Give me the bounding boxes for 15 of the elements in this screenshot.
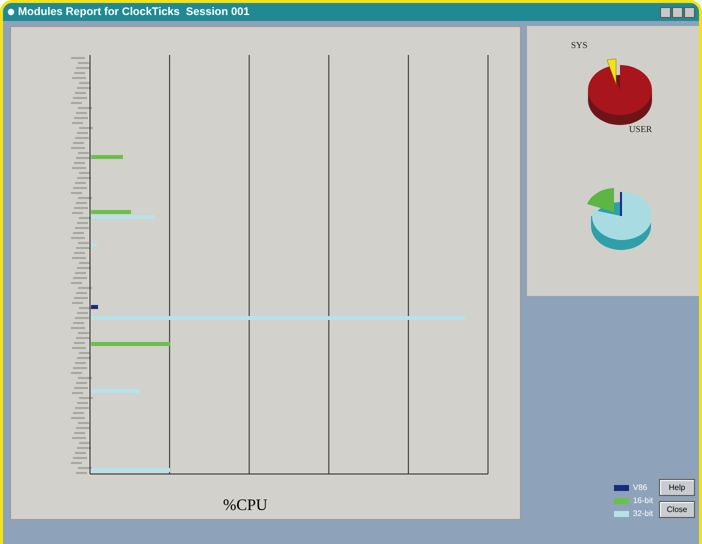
app-icon <box>7 8 15 16</box>
close-button[interactable]: Close <box>659 501 695 518</box>
chart-bar <box>91 305 98 309</box>
legend-label: V86 <box>632 483 648 492</box>
legend-label: 32-bit <box>632 509 653 518</box>
maximize-button[interactable] <box>672 6 683 18</box>
slice-label: SYS <box>571 40 588 50</box>
close-button[interactable] <box>684 6 695 18</box>
help-button[interactable]: Help <box>659 479 695 496</box>
minimize-button[interactable] <box>660 6 671 18</box>
slice-label: USER <box>629 124 652 134</box>
legend-label: 16-bit <box>632 496 653 505</box>
axis-label: %CPU <box>223 497 268 515</box>
chart-bar <box>91 155 123 159</box>
window-title: Modules Report for ClockTicks Session 001 <box>18 6 250 18</box>
